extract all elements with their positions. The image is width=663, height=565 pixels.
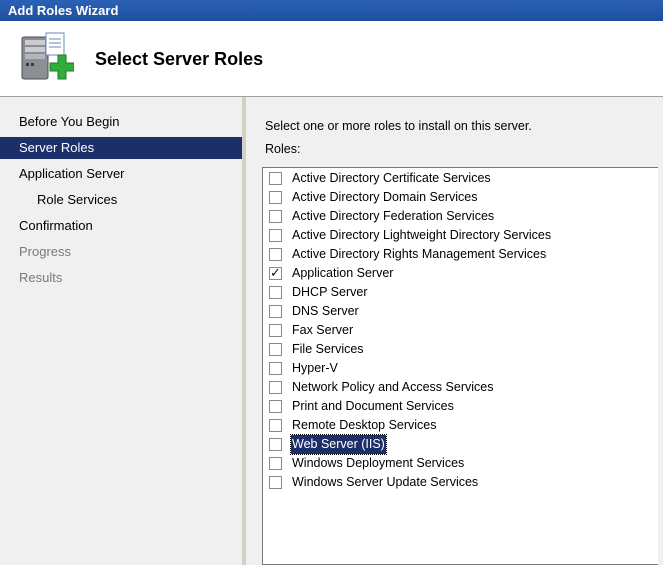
role-label: DNS Server — [292, 304, 359, 318]
role-label: Fax Server — [292, 323, 354, 337]
window-title: Add Roles Wizard — [8, 3, 119, 18]
role-checkbox[interactable]: ✓ — [269, 324, 282, 337]
role-label: Windows Deployment Services — [292, 456, 465, 470]
role-checkbox[interactable]: ✓ — [269, 343, 282, 356]
sidebar-item-confirmation[interactable]: Confirmation — [0, 215, 242, 237]
role-label: Active Directory Federation Services — [292, 209, 495, 223]
role-label: Application Server — [292, 266, 394, 280]
server-add-icon — [21, 32, 74, 80]
window-titlebar[interactable]: Add Roles Wizard — [0, 0, 663, 21]
sidebar-item-results: Results — [19, 270, 63, 285]
role-checkbox[interactable]: ✓ — [269, 172, 282, 185]
role-checkbox[interactable]: ✓ — [269, 457, 282, 470]
role-checkbox[interactable]: ✓ — [269, 381, 282, 394]
main-content: Select one or more roles to install on t… — [246, 97, 663, 565]
role-label: Web Server (IIS) — [290, 434, 387, 455]
wizard-steps-sidebar: Before You Begin Server Roles Applicatio… — [0, 97, 242, 565]
role-label: Active Directory Lightweight Directory S… — [292, 228, 552, 242]
role-checkbox[interactable]: ✓ — [269, 191, 282, 204]
sidebar-item-role-services[interactable]: Role Services — [0, 189, 242, 211]
role-checkbox[interactable]: ✓ — [269, 419, 282, 432]
roles-label: Roles: — [265, 142, 301, 156]
role-label: File Services — [292, 342, 364, 356]
wizard-header: Select Server Roles — [0, 21, 663, 97]
role-label: Active Directory Rights Management Servi… — [292, 247, 547, 261]
role-label: Active Directory Certificate Services — [292, 171, 491, 185]
role-label: Active Directory Domain Services — [292, 190, 478, 204]
sidebar-item-progress: Progress — [19, 244, 72, 259]
role-checkbox[interactable]: ✓ — [269, 476, 282, 489]
role-label: Remote Desktop Services — [292, 418, 437, 432]
role-checkbox[interactable]: ✓ — [269, 305, 282, 318]
role-checkbox[interactable]: ✓ — [269, 229, 282, 242]
sidebar-item-server-roles[interactable]: Server Roles — [0, 137, 242, 159]
role-label: Network Policy and Access Services — [292, 380, 494, 394]
role-checkbox[interactable]: ✓ — [269, 248, 282, 261]
role-label: Windows Server Update Services — [292, 475, 479, 489]
instruction-text: Select one or more roles to install on t… — [265, 119, 532, 133]
role-label: Hyper-V — [292, 361, 338, 375]
sidebar-item-before-you-begin[interactable]: Before You Begin — [0, 111, 242, 133]
page-title: Select Server Roles — [95, 49, 264, 69]
role-checkbox[interactable]: ✓ — [269, 286, 282, 299]
role-checkbox[interactable]: ✓ — [269, 265, 282, 280]
sidebar-item-application-server[interactable]: Application Server — [0, 163, 242, 185]
checkmark-icon: ✓ — [270, 265, 281, 280]
role-checkbox[interactable]: ✓ — [269, 362, 282, 375]
role-checkbox[interactable]: ✓ — [269, 438, 282, 451]
role-label: Print and Document Services — [292, 399, 454, 413]
role-checkbox[interactable]: ✓ — [269, 210, 282, 223]
role-label: DHCP Server — [292, 285, 368, 299]
roles-listbox[interactable]: ✓ Active Directory Certificate Services ✓… — [262, 167, 658, 565]
role-checkbox[interactable]: ✓ — [269, 400, 282, 413]
